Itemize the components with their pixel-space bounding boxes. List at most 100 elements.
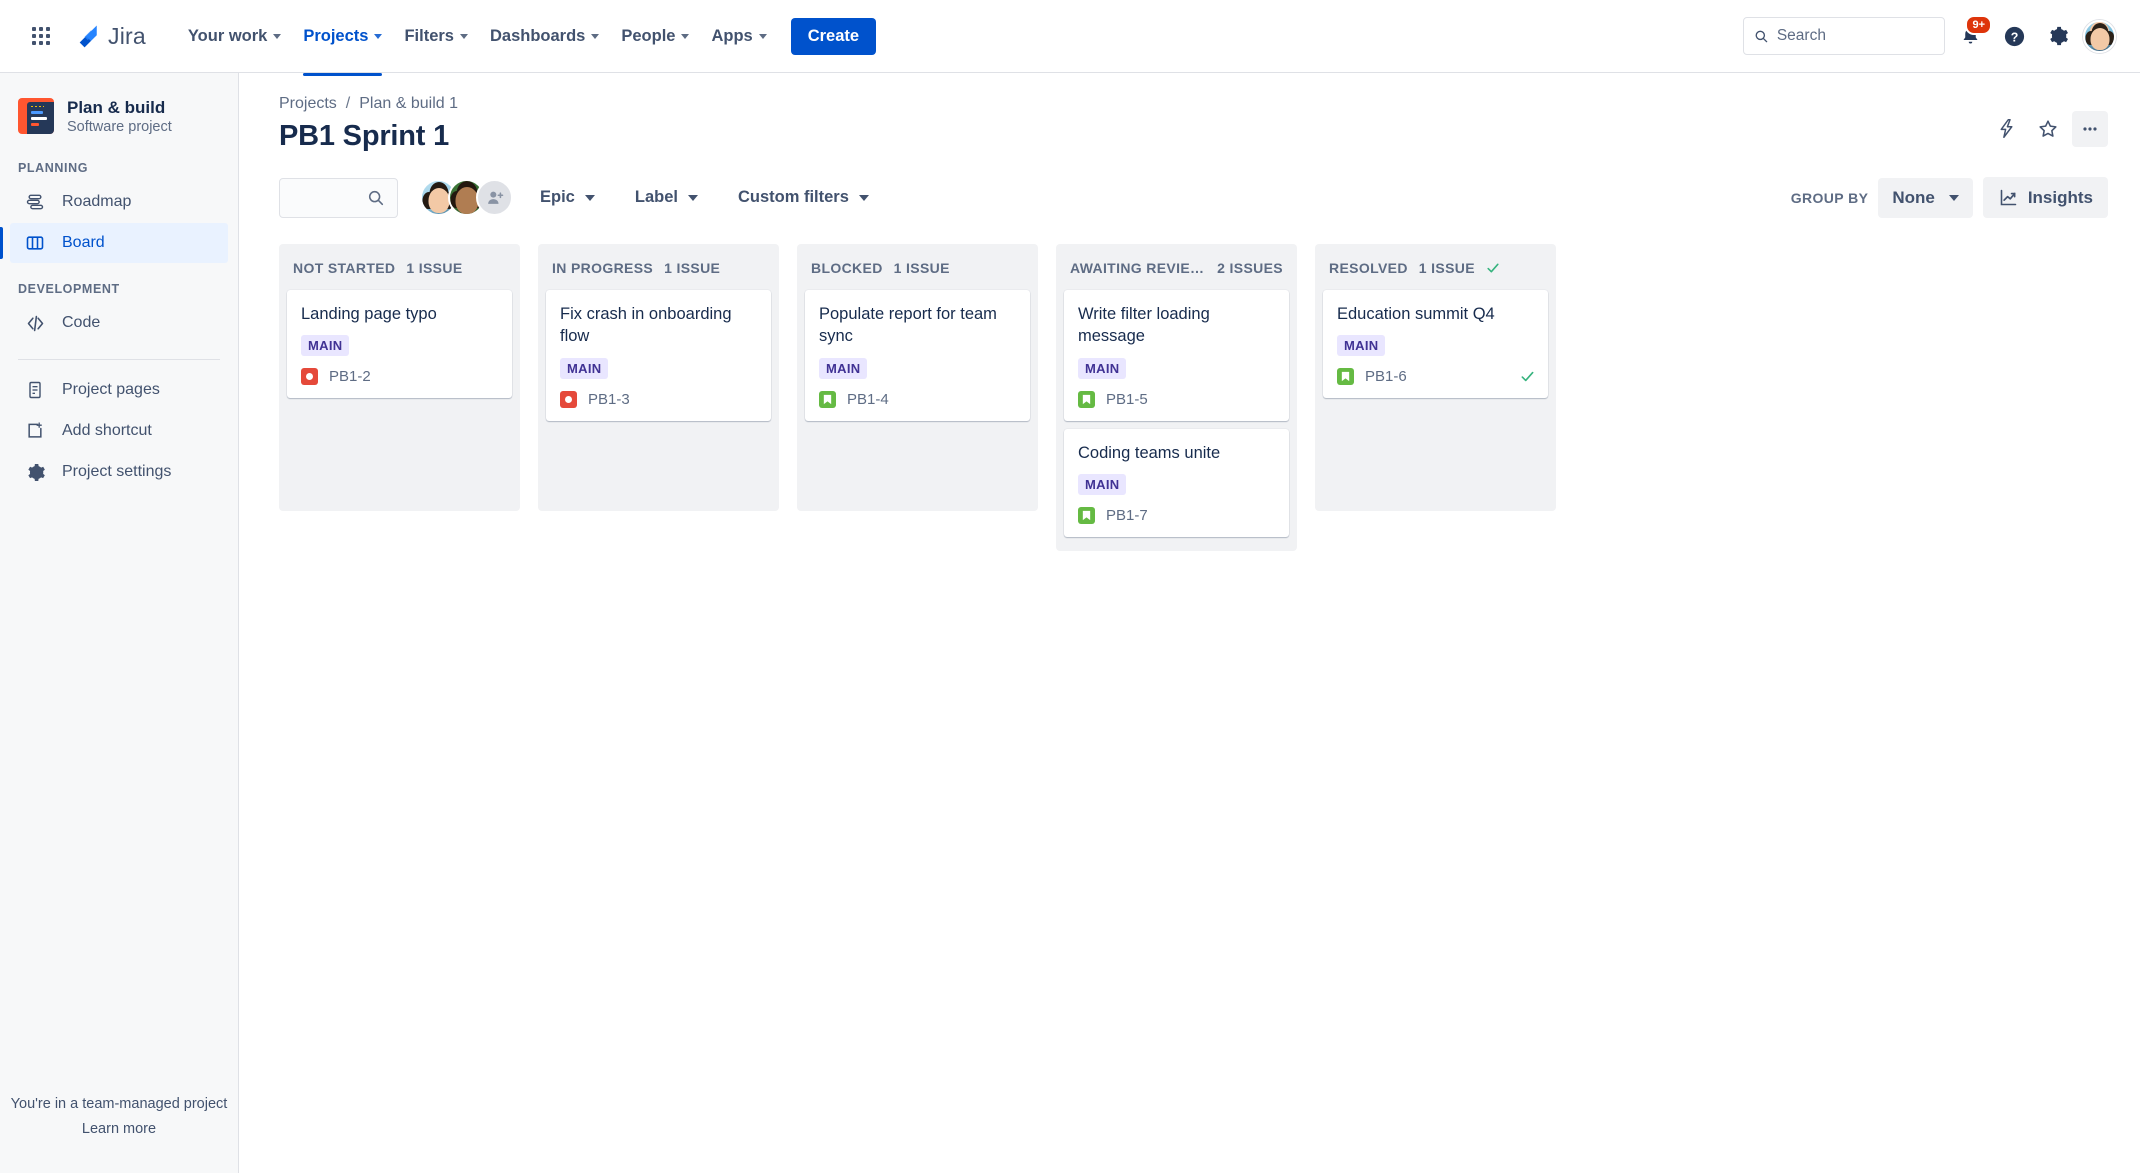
gear-icon	[2050, 26, 2068, 46]
issue-card[interactable]: Fix crash in onboarding flow MAIN PB1-3	[546, 290, 771, 421]
breadcrumb: Projects / Plan & build 1	[279, 95, 2108, 113]
column-header: NOT STARTED 1 ISSUE	[279, 244, 520, 290]
add-people-button[interactable]	[476, 179, 513, 216]
create-button[interactable]: Create	[790, 17, 877, 55]
sidebar-item-roadmap[interactable]: Roadmap	[10, 182, 228, 222]
breadcrumb-projects[interactable]: Projects	[279, 95, 337, 113]
custom-filters-dropdown[interactable]: Custom filters	[725, 179, 882, 216]
issue-card-footer: PB1-6	[1337, 368, 1535, 386]
issue-card[interactable]: Landing page typo MAIN PB1-2	[287, 290, 512, 399]
nav-projects[interactable]: Projects	[293, 19, 392, 76]
page-title-row: PB1 Sprint 1	[279, 110, 2108, 153]
board-search-input[interactable]	[292, 188, 359, 207]
label-filter-dropdown[interactable]: Label	[622, 179, 711, 216]
main-nav-items: Your work Projects Filters Dashboards Pe…	[178, 19, 777, 76]
column-body[interactable]: Populate report for team sync MAIN PB1-4	[797, 290, 1038, 505]
top-navigation-bar: Jira Your work Projects Filters Dashboar…	[0, 0, 2140, 76]
epic-tag[interactable]: MAIN	[1078, 357, 1127, 379]
chevron-down-icon	[681, 33, 690, 39]
epic-tag[interactable]: MAIN	[819, 357, 868, 379]
story-type-icon	[1078, 506, 1095, 524]
group-by-label: GROUP BY	[1790, 189, 1869, 206]
global-search-box[interactable]	[1743, 17, 1945, 55]
column-body[interactable]: Landing page typo MAIN PB1-2	[279, 290, 520, 505]
brand-name: Jira	[108, 22, 146, 49]
column-count: 2 ISSUES	[1217, 260, 1283, 276]
column-name: NOT STARTED	[293, 260, 396, 276]
board-columns: NOT STARTED 1 ISSUE Landing page typo MA…	[279, 244, 2108, 551]
user-avatar-button[interactable]	[2083, 19, 2116, 53]
chevron-down-icon	[273, 33, 282, 39]
bug-type-icon	[560, 390, 577, 408]
column-count: 1 ISSUE	[664, 260, 721, 276]
issue-card[interactable]: Education summit Q4 MAIN PB1-6	[1323, 290, 1548, 399]
more-actions-button[interactable]	[2072, 110, 2108, 147]
column-name: AWAITING REVIEW/T…	[1070, 260, 1206, 276]
nav-people[interactable]: People	[611, 19, 699, 54]
automation-button[interactable]	[1988, 111, 2024, 147]
nav-filters[interactable]: Filters	[394, 19, 478, 54]
issue-title: Fix crash in onboarding flow	[560, 305, 732, 346]
svg-text:?: ?	[2010, 30, 2018, 44]
breadcrumb-separator: /	[345, 95, 351, 112]
column-header: RESOLVED 1 ISSUE	[1315, 244, 1556, 290]
sidebar-item-board[interactable]: Board	[0, 223, 228, 264]
board-search-box[interactable]	[279, 177, 398, 218]
epic-filter-dropdown[interactable]: Epic	[527, 179, 608, 216]
group-by-select[interactable]: None	[1878, 177, 1973, 218]
notifications-button[interactable]: 9+	[1951, 15, 1992, 55]
column-body[interactable]: Education summit Q4 MAIN PB1-6	[1315, 290, 1556, 505]
insights-button[interactable]: Insights	[1982, 177, 2108, 218]
sidebar-item-add-shortcut[interactable]: Add shortcut	[10, 411, 228, 451]
project-type: Software project	[67, 119, 172, 136]
nav-dashboards[interactable]: Dashboards	[480, 19, 609, 54]
column-body[interactable]: Write filter loading message MAIN PB1-5 …	[1056, 290, 1297, 537]
issue-key: PB1-5	[1106, 390, 1148, 408]
sidebar-item-label: Roadmap	[62, 193, 132, 211]
column-body[interactable]: Fix crash in onboarding flow MAIN PB1-3	[538, 290, 779, 505]
sidebar-item-label: Board	[62, 234, 105, 252]
learn-more-link[interactable]: Learn more	[0, 1121, 238, 1137]
epic-tag[interactable]: MAIN	[560, 357, 609, 379]
page-document-icon	[24, 379, 46, 401]
nav-your-work[interactable]: Your work	[178, 19, 291, 54]
issue-card-footer: PB1-5	[1078, 390, 1276, 408]
sidebar-section-development: DEVELOPMENT	[18, 282, 120, 297]
epic-tag[interactable]: MAIN	[1078, 473, 1127, 495]
story-type-icon	[1078, 390, 1095, 408]
column-header: BLOCKED 1 ISSUE	[797, 244, 1038, 290]
nav-apps[interactable]: Apps	[701, 19, 776, 54]
board-column: IN PROGRESS 1 ISSUE Fix crash in onboard…	[538, 244, 779, 511]
sidebar-item-project-settings[interactable]: Project settings	[10, 452, 228, 492]
sidebar-footer: You're in a team-managed project Learn m…	[0, 1096, 238, 1137]
star-button[interactable]	[2030, 111, 2066, 147]
sidebar-item-code[interactable]: Code	[10, 303, 228, 343]
help-button[interactable]: ?	[1995, 17, 2033, 55]
issue-card[interactable]: Populate report for team sync MAIN PB1-4	[805, 290, 1030, 421]
issue-key: PB1-3	[588, 390, 630, 408]
issue-card[interactable]: Coding teams unite MAIN PB1-7	[1064, 428, 1289, 537]
issue-title: Write filter loading message	[1078, 305, 1210, 346]
column-count: 1 ISSUE	[406, 260, 463, 276]
global-search-input[interactable]	[1776, 27, 1934, 45]
board-column: NOT STARTED 1 ISSUE Landing page typo MA…	[279, 244, 520, 511]
sidebar-item-label: Project pages	[62, 381, 160, 399]
app-switcher-button[interactable]	[24, 19, 58, 53]
board-avatars	[420, 179, 513, 216]
issue-key: PB1-2	[329, 368, 371, 386]
jira-home-link[interactable]: Jira	[68, 19, 152, 54]
issue-key: PB1-4	[847, 390, 889, 408]
star-icon	[2039, 119, 2057, 137]
issue-card-footer: PB1-2	[301, 368, 499, 386]
project-header[interactable]: Plan & build Software project	[0, 87, 238, 143]
column-header: IN PROGRESS 1 ISSUE	[538, 244, 779, 290]
nav-label: Projects	[303, 26, 369, 45]
epic-tag[interactable]: MAIN	[1337, 335, 1386, 357]
issue-title: Populate report for team sync	[819, 305, 997, 346]
issue-card[interactable]: Write filter loading message MAIN PB1-5	[1064, 290, 1289, 421]
breadcrumb-project[interactable]: Plan & build 1	[359, 95, 458, 113]
issue-card-footer: PB1-4	[819, 390, 1017, 408]
sidebar-item-project-pages[interactable]: Project pages	[10, 370, 228, 410]
settings-button[interactable]	[2039, 17, 2077, 55]
epic-tag[interactable]: MAIN	[301, 335, 350, 357]
